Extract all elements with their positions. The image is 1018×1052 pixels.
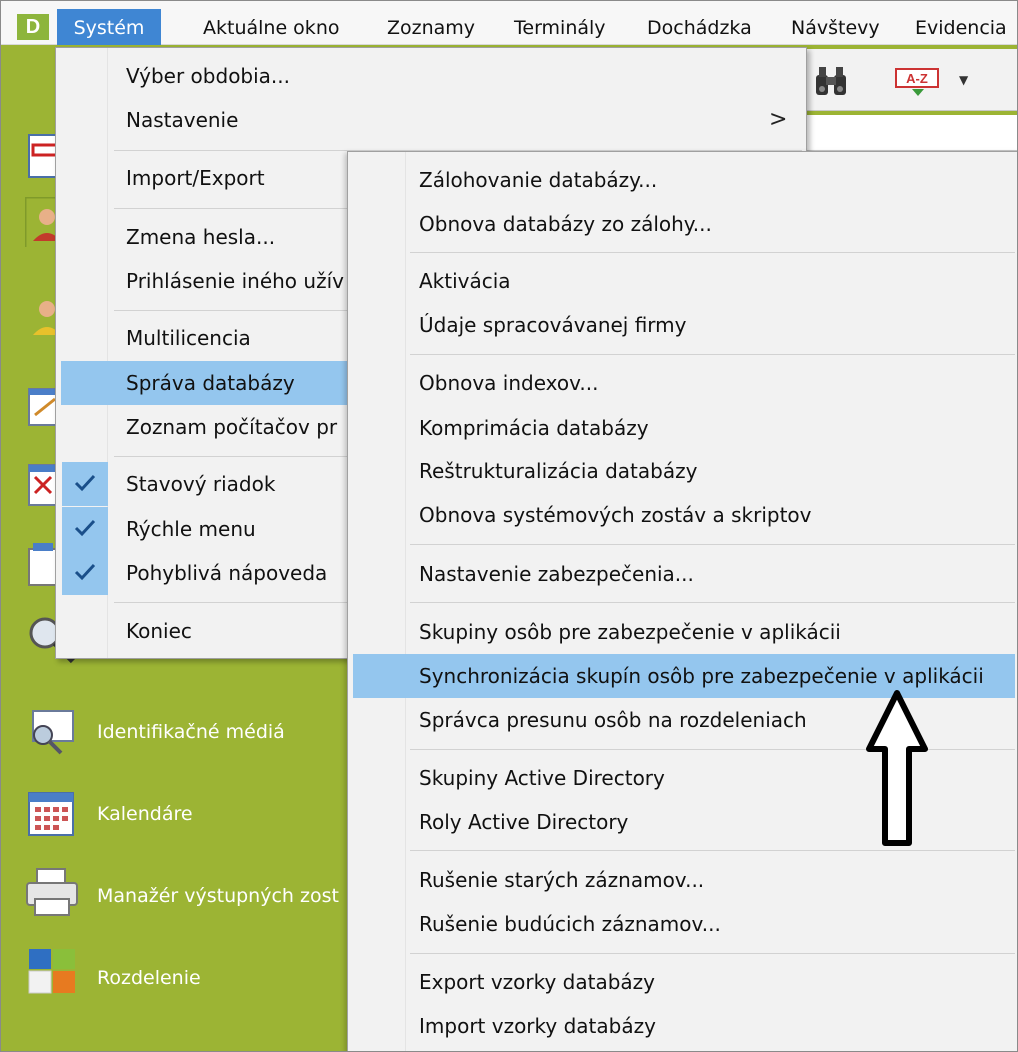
menu-evidencia[interactable]: Evidencia — [915, 1, 1007, 45]
menu-item-rusenie-buducich[interactable]: Rušenie budúcich záznamov... — [353, 902, 1015, 946]
menu-item-label: Skupiny Active Directory — [419, 766, 665, 790]
calendar-icon[interactable] — [25, 789, 79, 839]
menu-item-skupiny-osob[interactable]: Skupiny osôb pre zabezpečenie v aplikáci… — [353, 610, 1015, 654]
menu-item-obnova-zo-zalohy[interactable]: Obnova databázy zo zálohy... — [353, 202, 1015, 246]
menu-item-label: Komprimácia databázy — [419, 416, 649, 440]
menu-separator — [410, 354, 1015, 355]
sort-az-label: A-Z — [906, 71, 928, 86]
menu-item-label: Import vzorky databázy — [419, 1014, 656, 1038]
menu-item-export-vzorky[interactable]: Export vzorky databázy — [353, 960, 1015, 1004]
sidebar-label-identifikacne-media[interactable]: Identifikačné médiá — [97, 721, 285, 743]
menu-item-rusenie-starych[interactable]: Rušenie starých záznamov... — [353, 858, 1015, 902]
content-header — [801, 115, 1017, 151]
menu-separator — [410, 544, 1015, 545]
menu-item-nastavenie-zabezpecenia[interactable]: Nastavenie zabezpečenia... — [353, 552, 1015, 596]
menu-item-vyber-obdobia[interactable]: Výber obdobia... — [61, 54, 802, 98]
menu-item-komprimacia[interactable]: Komprimácia databázy — [353, 406, 1015, 450]
menu-item-label: Synchronizácia skupín osôb pre zabezpeče… — [419, 664, 984, 688]
sort-az-icon[interactable]: A-Z — [894, 65, 942, 97]
menu-item-obnova-zostav[interactable]: Obnova systémových zostáv a skriptov — [353, 493, 1015, 537]
menu-item-aktivacia[interactable]: Aktivácia — [353, 259, 1015, 303]
menu-bar: D Systém Aktuálne okno Zoznamy Terminály… — [1, 1, 1017, 45]
menu-item-label: Prihlásenie iného užív — [126, 269, 344, 293]
menu-item-label: Rušenie budúcich záznamov... — [419, 912, 721, 936]
binoculars-icon[interactable] — [813, 63, 849, 99]
menu-item-label: Stavový riadok — [126, 472, 276, 496]
menu-navstevy[interactable]: Návštevy — [791, 1, 880, 45]
menu-item-label: Nastavenie zabezpečenia... — [419, 562, 694, 586]
menu-zoznamy[interactable]: Zoznamy — [387, 1, 475, 45]
menu-system[interactable]: Systém — [57, 9, 161, 45]
menu-item-label: Roly Active Directory — [419, 810, 629, 834]
menu-item-label: Aktivácia — [419, 269, 511, 293]
menu-separator — [410, 850, 1015, 851]
menu-terminaly[interactable]: Terminály — [514, 1, 606, 45]
menu-item-restrukturalizacia[interactable]: Reštrukturalizácia databázy — [353, 449, 1015, 493]
sidebar-label-rozdelenie[interactable]: Rozdelenie — [97, 967, 201, 989]
menu-item-zalohovanie[interactable]: Zálohovanie databázy... — [353, 158, 1015, 202]
database-submenu: Zálohovanie databázy... Obnova databázy … — [347, 151, 1017, 1051]
menu-item-label: Zoznam počítačov pr — [126, 415, 338, 439]
app-logo: D — [17, 14, 49, 40]
menu-item-label: Rýchle menu — [126, 517, 256, 541]
menu-item-label: Obnova indexov... — [419, 371, 599, 395]
id-media-key-icon[interactable] — [25, 707, 79, 757]
menu-item-label: Zmena hesla... — [126, 225, 276, 249]
chevron-down-icon[interactable]: ▼ — [959, 73, 968, 87]
menu-item-import-vzorky[interactable]: Import vzorky databázy — [353, 1004, 1015, 1048]
menu-item-label: Obnova systémových zostáv a skriptov — [419, 503, 812, 527]
menu-item-label: Správca presunu osôb na rozdeleniach — [419, 708, 807, 732]
menu-item-label: Údaje spracovávanej firmy — [419, 313, 687, 337]
menu-item-label: Skupiny osôb pre zabezpečenie v aplikáci… — [419, 620, 841, 644]
menu-item-label: Koniec — [126, 619, 192, 643]
menu-item-sprava-databazy[interactable]: Správa databázy — [61, 361, 353, 405]
menu-item-label: Správa databázy — [126, 371, 295, 395]
sidebar-label-kalendare[interactable]: Kalendáre — [97, 803, 193, 825]
up-arrow-annotation-icon — [866, 690, 928, 846]
menu-item-label: Výber obdobia... — [126, 64, 291, 88]
menu-item-label: Obnova databázy zo zálohy... — [419, 212, 712, 236]
menu-item-label: Pohyblivá nápoveda — [126, 561, 328, 585]
menu-item-label: Import/Export — [126, 166, 265, 190]
menu-separator — [410, 252, 1015, 253]
menu-item-label: Export vzorky databázy — [419, 970, 656, 994]
sidebar-label-manazer-vystupnych-zostav[interactable]: Manažér výstupných zost — [97, 885, 339, 907]
menu-item-label: Nastavenie — [126, 108, 239, 132]
menu-item-obnova-indexov[interactable]: Obnova indexov... — [353, 361, 1015, 405]
division-tiles-icon[interactable] — [25, 947, 79, 997]
menu-separator — [410, 953, 1015, 954]
menu-dochadzka[interactable]: Dochádzka — [647, 1, 752, 45]
printer-icon[interactable] — [25, 867, 79, 917]
submenu-arrow-icon: > — [769, 107, 788, 132]
menu-item-label: Reštrukturalizácia databázy — [419, 459, 698, 483]
menu-item-label: Zálohovanie databázy... — [419, 168, 658, 192]
menu-separator — [410, 602, 1015, 603]
menu-item-label: Rušenie starých záznamov... — [419, 868, 705, 892]
menu-item-udaje-firmy[interactable]: Údaje spracovávanej firmy — [353, 303, 1015, 347]
app-window: D Systém Aktuálne okno Zoznamy Terminály… — [0, 0, 1018, 1052]
menu-aktualne-okno[interactable]: Aktuálne okno — [203, 1, 339, 45]
menu-item-nastavenie[interactable]: Nastavenie > — [61, 98, 802, 142]
menu-item-label: Multilicencia — [126, 326, 251, 350]
